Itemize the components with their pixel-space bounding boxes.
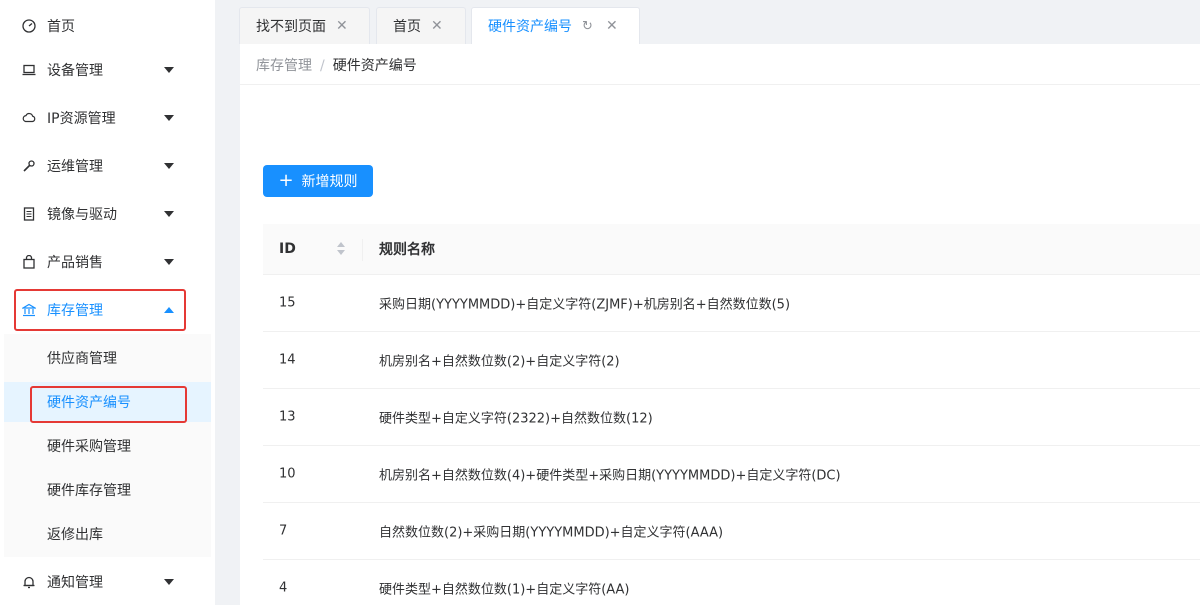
caret-down-icon — [164, 579, 174, 585]
table-row[interactable]: 7 自然数位数(2)+采购日期(YYYYMMDD)+自定义字符(AAA) — [263, 503, 1200, 560]
sidebar-item-label: 设备管理 — [47, 63, 103, 79]
sort-icon[interactable] — [336, 242, 346, 256]
wrench-icon — [22, 159, 36, 173]
rules-table: ID 规则名称 15 采购日期(YYYYMMDD)+自定义字符(ZJMF)+机房… — [263, 224, 1200, 605]
caret-down-icon — [164, 115, 174, 121]
sidebar-item-images[interactable]: 镜像与驱动 — [0, 190, 211, 238]
main-content: 库存管理 / 硬件资产编号 + 新增规则 ID 规则名称 15 采购日期(YYYYM… — [240, 44, 1200, 605]
caret-down-icon — [164, 163, 174, 169]
sidebar-item-label: 通知管理 — [47, 575, 103, 591]
table-row[interactable]: 4 硬件类型+自然数位数(1)+自定义字符(AA) — [263, 560, 1200, 605]
table-row[interactable]: 13 硬件类型+自定义字符(2322)+自然数位数(12) — [263, 389, 1200, 446]
tab-label: 硬件资产编号 — [488, 19, 572, 35]
laptop-icon — [22, 63, 36, 77]
breadcrumb-separator: / — [320, 58, 325, 74]
sidebar-subitem-label: 硬件采购管理 — [47, 439, 131, 455]
sidebar-subitem-suppliers[interactable]: 供应商管理 — [4, 338, 211, 378]
sidebar-item-label: 运维管理 — [47, 159, 103, 175]
sidebar-subitem-label: 供应商管理 — [47, 351, 117, 367]
table-row[interactable]: 10 机房别名+自然数位数(4)+硬件类型+采购日期(YYYYMMDD)+自定义… — [263, 446, 1200, 503]
sidebar-item-sales[interactable]: 产品销售 — [0, 238, 211, 286]
caret-down-icon — [164, 211, 174, 217]
sidebar-item-ip[interactable]: IP资源管理 — [0, 94, 211, 142]
cell-id: 14 — [279, 352, 296, 368]
add-rule-label: 新增规则 — [301, 174, 358, 190]
cell-name: 硬件类型+自然数位数(1)+自定义字符(AA) — [379, 582, 630, 598]
column-divider — [362, 239, 363, 261]
sidebar-item-label: 库存管理 — [47, 303, 103, 319]
sidebar-item-home[interactable]: 首页 — [0, 2, 211, 50]
sidebar: 首页 设备管理 IP资源管理 运维管理 镜像与驱动 产品销售 库存管理 供应商管… — [0, 0, 215, 605]
cell-id: 7 — [279, 523, 288, 539]
tab-not-found[interactable]: 找不到页面 ✕ — [239, 7, 370, 44]
tab-asset-numbering[interactable]: 硬件资产编号 ↻ ✕ — [471, 7, 640, 44]
cell-id: 15 — [279, 295, 296, 311]
close-icon[interactable]: ✕ — [431, 18, 443, 34]
sidebar-subitem-label: 硬件资产编号 — [47, 395, 131, 411]
breadcrumb-current: 硬件资产编号 — [332, 58, 417, 74]
cell-id: 13 — [279, 409, 296, 425]
sidebar-item-devices[interactable]: 设备管理 — [0, 46, 211, 94]
cell-name: 机房别名+自然数位数(2)+自定义字符(2) — [379, 354, 620, 370]
cell-id: 4 — [279, 580, 288, 596]
table-row[interactable]: 14 机房别名+自然数位数(2)+自定义字符(2) — [263, 332, 1200, 389]
caret-down-icon — [164, 67, 174, 73]
sidebar-subitem-repair-outbound[interactable]: 返修出库 — [4, 514, 211, 554]
sidebar-item-label: 镜像与驱动 — [47, 207, 117, 223]
sidebar-item-label: IP资源管理 — [47, 111, 116, 127]
tab-label: 首页 — [393, 19, 421, 35]
table-header: ID 规则名称 — [263, 224, 1200, 275]
cell-name: 采购日期(YYYYMMDD)+自定义字符(ZJMF)+机房别名+自然数位数(5) — [379, 297, 791, 313]
tab-home[interactable]: 首页 ✕ — [376, 7, 466, 44]
file-icon — [22, 207, 36, 221]
column-header-name: 规则名称 — [379, 242, 435, 258]
plus-icon: + — [278, 170, 294, 191]
close-icon[interactable]: ✕ — [336, 18, 348, 34]
breadcrumb: 库存管理 / 硬件资产编号 — [256, 55, 417, 75]
cell-name: 自然数位数(2)+采购日期(YYYYMMDD)+自定义字符(AAA) — [379, 525, 724, 541]
tabs-bar: 找不到页面 ✕ 首页 ✕ 硬件资产编号 ↻ ✕ — [215, 0, 1200, 44]
sidebar-subitem-asset-numbering[interactable]: 硬件资产编号 — [4, 382, 211, 422]
sidebar-subitem-procurement[interactable]: 硬件采购管理 — [4, 426, 211, 466]
cell-name: 机房别名+自然数位数(4)+硬件类型+采购日期(YYYYMMDD)+自定义字符(… — [379, 468, 841, 484]
sidebar-item-label: 产品销售 — [47, 255, 103, 271]
sidebar-subitem-label: 返修出库 — [47, 527, 103, 543]
column-header-id: ID — [279, 241, 296, 257]
dashboard-icon — [22, 19, 36, 33]
cell-name: 硬件类型+自定义字符(2322)+自然数位数(12) — [379, 411, 653, 427]
close-icon[interactable]: ✕ — [606, 18, 618, 34]
sidebar-item-inventory[interactable]: 库存管理 — [0, 286, 211, 334]
divider — [240, 84, 1200, 85]
sidebar-subitem-label: 硬件库存管理 — [47, 483, 131, 499]
sidebar-item-notifications[interactable]: 通知管理 — [0, 558, 211, 605]
sidebar-item-ops[interactable]: 运维管理 — [0, 142, 211, 190]
sidebar-subitem-stock[interactable]: 硬件库存管理 — [4, 470, 211, 510]
bank-icon — [22, 303, 36, 317]
shopping-icon — [22, 255, 36, 269]
bell-icon — [22, 575, 36, 589]
cloud-icon — [22, 111, 36, 125]
app: 首页 设备管理 IP资源管理 运维管理 镜像与驱动 产品销售 库存管理 供应商管… — [0, 0, 1200, 605]
caret-down-icon — [164, 259, 174, 265]
tab-label: 找不到页面 — [256, 19, 326, 35]
cell-id: 10 — [279, 466, 296, 482]
sidebar-item-label: 首页 — [47, 19, 75, 35]
add-rule-button[interactable]: + 新增规则 — [263, 165, 373, 197]
caret-up-icon — [164, 307, 174, 313]
breadcrumb-parent[interactable]: 库存管理 — [256, 58, 312, 74]
refresh-icon[interactable]: ↻ — [582, 19, 593, 34]
table-row[interactable]: 15 采购日期(YYYYMMDD)+自定义字符(ZJMF)+机房别名+自然数位数… — [263, 275, 1200, 332]
